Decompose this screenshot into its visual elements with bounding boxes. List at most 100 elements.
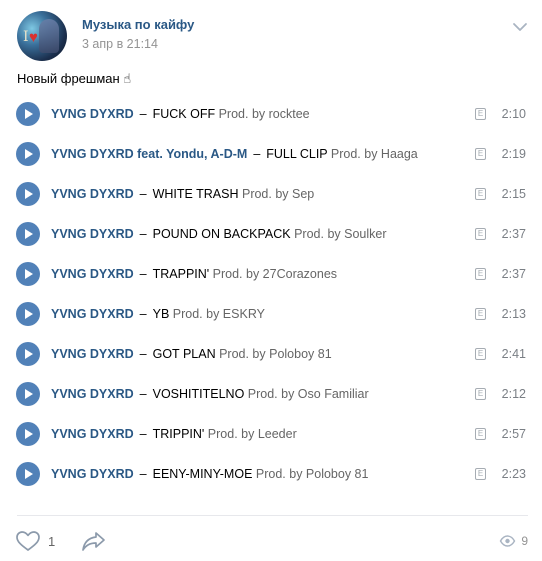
- play-icon[interactable]: [16, 182, 40, 206]
- track-artist-link[interactable]: YVNG DYXRD: [51, 427, 134, 441]
- track-subtitle: Prod. by 27Corazones: [212, 267, 338, 281]
- track-info: YVNG DYXRD – POUND ON BACKPACK Prod. by So…: [51, 227, 387, 241]
- track-duration: 2:19: [501, 147, 526, 161]
- track-duration: 2:13: [501, 307, 526, 321]
- explicit-icon: E: [475, 148, 486, 160]
- track-info: YVNG DYXRD – WHITE TRASH Prod. by Sep: [51, 187, 314, 201]
- audio-row[interactable]: YVNG DYXRD – POUND ON BACKPACK Prod. by So…: [16, 214, 528, 254]
- play-icon[interactable]: [16, 262, 40, 286]
- views-counter: 9: [488, 533, 528, 549]
- play-icon[interactable]: [16, 422, 40, 446]
- track-separator: –: [139, 107, 147, 121]
- track-title: FULL CLIP: [266, 147, 328, 161]
- track-artist-link[interactable]: YVNG DYXRD: [51, 227, 134, 241]
- eye-icon: [499, 535, 516, 547]
- track-info: YVNG DYXRD – TRAPPIN' Prod. by 27Corazones: [51, 267, 337, 281]
- track-subtitle: Prod. by Oso Familiar: [247, 387, 369, 401]
- audio-row[interactable]: YVNG DYXRD – FUCK OFF Prod. by rocktee E 2:1…: [16, 94, 528, 134]
- group-name-link[interactable]: Музыка по кайфу: [82, 17, 194, 32]
- track-separator: –: [139, 467, 147, 481]
- track-duration: 2:57: [501, 427, 526, 441]
- track-duration: 2:41: [501, 347, 526, 361]
- track-artist-link[interactable]: YVNG DYXRD: [51, 387, 134, 401]
- track-info: YVNG DYXRD – VOSHITITELNO Prod. by Oso Fam…: [51, 387, 369, 401]
- track-separator: –: [139, 187, 147, 201]
- play-icon[interactable]: [16, 302, 40, 326]
- track-artist-link[interactable]: YVNG DYXRD feat. Yondu, A-D-M: [51, 147, 247, 161]
- track-separator: –: [139, 387, 147, 401]
- play-icon[interactable]: [16, 462, 40, 486]
- track-duration: 2:10: [501, 107, 526, 121]
- track-subtitle: Prod. by Haaga: [330, 147, 418, 161]
- track-duration: 2:23: [501, 467, 526, 481]
- play-icon[interactable]: [16, 382, 40, 406]
- post-date-link[interactable]: 3 апр в 21:14: [82, 37, 158, 51]
- like-button[interactable]: 1: [15, 528, 75, 554]
- audio-row[interactable]: YVNG DYXRD – YB Prod. by ESKRY E 2:13: [16, 294, 528, 334]
- divider: [17, 515, 528, 516]
- post-header: I ♥ Музыка по кайфу 3 апр в 21:14: [17, 11, 528, 61]
- audio-row[interactable]: YVNG DYXRD – TRIPPIN' Prod. by Leeder E 2:57: [16, 414, 528, 454]
- track-subtitle: Prod. by rocktee: [218, 107, 310, 121]
- track-title: POUND ON BACKPACK: [152, 227, 291, 241]
- like-count: 1: [48, 534, 56, 549]
- audio-row[interactable]: YVNG DYXRD – WHITE TRASH Prod. by Sep E 2:15: [16, 174, 528, 214]
- play-icon[interactable]: [16, 342, 40, 366]
- track-separator: –: [139, 267, 147, 281]
- heart-outline-icon: [16, 531, 40, 551]
- track-subtitle: Prod. by Poloboy 81: [219, 347, 332, 361]
- explicit-icon: E: [475, 428, 486, 440]
- track-duration: 2:12: [501, 387, 526, 401]
- views-count: 9: [521, 534, 528, 548]
- explicit-icon: E: [475, 228, 486, 240]
- track-separator: –: [253, 147, 261, 161]
- share-arrow-icon[interactable]: [81, 529, 107, 553]
- audio-row[interactable]: YVNG DYXRD – VOSHITITELNO Prod. by Oso Fam…: [16, 374, 528, 414]
- track-info: YVNG DYXRD – FUCK OFF Prod. by rocktee: [51, 107, 310, 121]
- track-subtitle: Prod. by ESKRY: [172, 307, 265, 321]
- track-info: YVNG DYXRD – YB Prod. by ESKRY: [51, 307, 265, 321]
- heart-icon: ♥: [29, 29, 38, 46]
- track-artist-link[interactable]: YVNG DYXRD: [51, 347, 134, 361]
- track-info: YVNG DYXRD – GOT PLAN Prod. by Poloboy 81: [51, 347, 332, 361]
- audio-list: YVNG DYXRD – FUCK OFF Prod. by rocktee E 2:1…: [16, 94, 528, 494]
- track-title: TRAPPIN': [152, 267, 210, 281]
- track-artist-link[interactable]: YVNG DYXRD: [51, 307, 134, 321]
- track-title: WHITE TRASH: [152, 187, 239, 201]
- track-subtitle: Prod. by Poloboy 81: [255, 467, 369, 481]
- audio-row[interactable]: YVNG DYXRD feat. Yondu, A-D-M – FULL CLIP …: [16, 134, 528, 174]
- track-artist-link[interactable]: YVNG DYXRD: [51, 107, 134, 121]
- explicit-icon: E: [475, 348, 486, 360]
- post-text: Новый фрешман ☝: [17, 71, 132, 86]
- post-footer: 1 9: [15, 528, 528, 554]
- track-info: YVNG DYXRD – TRIPPIN' Prod. by Leeder: [51, 427, 297, 441]
- audio-row[interactable]: YVNG DYXRD – EENY-MINY-MOE Prod. by Polobo…: [16, 454, 528, 494]
- play-icon[interactable]: [16, 102, 40, 126]
- track-artist-link[interactable]: YVNG DYXRD: [51, 187, 134, 201]
- play-icon[interactable]: [16, 142, 40, 166]
- track-artist-link[interactable]: YVNG DYXRD: [51, 267, 134, 281]
- track-title: GOT PLAN: [152, 347, 216, 361]
- group-avatar[interactable]: I ♥: [17, 11, 67, 61]
- track-subtitle: Prod. by Leeder: [207, 427, 297, 441]
- track-artist-link[interactable]: YVNG DYXRD: [51, 467, 134, 481]
- track-subtitle: Prod. by Soulker: [294, 227, 387, 241]
- track-separator: –: [139, 307, 147, 321]
- audio-row[interactable]: YVNG DYXRD – TRAPPIN' Prod. by 27Corazones…: [16, 254, 528, 294]
- track-info: YVNG DYXRD – EENY-MINY-MOE Prod. by Polobo…: [51, 467, 368, 481]
- track-duration: 2:37: [501, 267, 526, 281]
- track-duration: 2:37: [501, 227, 526, 241]
- track-title: FUCK OFF: [152, 107, 216, 121]
- track-title: EENY-MINY-MOE: [152, 467, 253, 481]
- play-icon[interactable]: [16, 222, 40, 246]
- audio-row[interactable]: YVNG DYXRD – GOT PLAN Prod. by Poloboy 81 E…: [16, 334, 528, 374]
- track-separator: –: [139, 347, 147, 361]
- explicit-icon: E: [475, 268, 486, 280]
- explicit-icon: E: [475, 388, 486, 400]
- chevron-down-icon[interactable]: [512, 19, 528, 35]
- avatar-figure: [39, 19, 59, 53]
- track-duration: 2:15: [501, 187, 526, 201]
- track-subtitle: Prod. by Sep: [241, 187, 315, 201]
- explicit-icon: E: [475, 468, 486, 480]
- explicit-icon: E: [475, 308, 486, 320]
